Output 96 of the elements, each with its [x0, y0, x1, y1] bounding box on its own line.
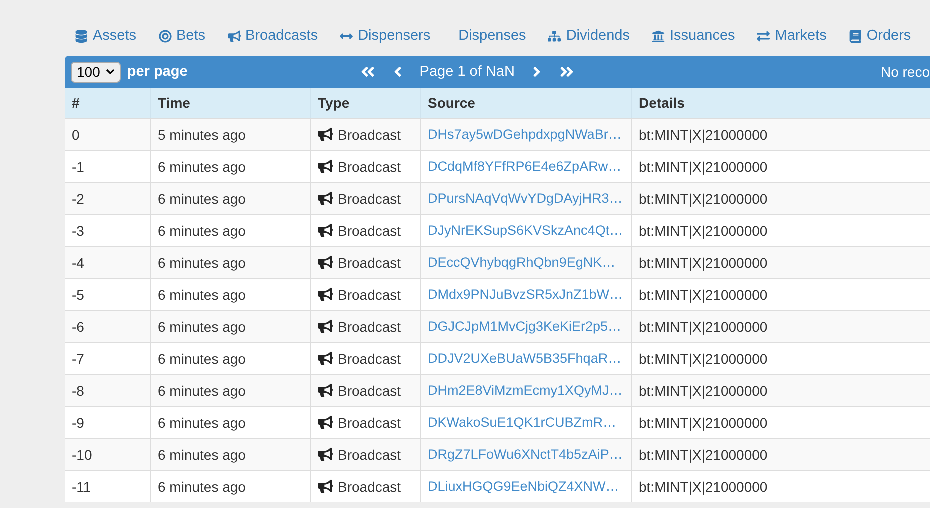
double-chevron-right-icon	[558, 64, 575, 80]
source-link[interactable]: DDJV2UXeBUaW5B35FhqaR…	[428, 351, 622, 366]
double-chevron-left-icon	[360, 64, 376, 80]
source-link[interactable]: DGJCJpM1MvCjg3KeKiEr2p5…	[428, 319, 622, 334]
megaphone-icon	[318, 415, 333, 430]
table-cell: 0	[65, 118, 150, 150]
source-link[interactable]: DPursNAqVqWvYDgDAyjHR3…	[428, 191, 623, 206]
table-cell: 6 minutes ago	[150, 438, 310, 470]
table-cell: bt:MINT|X|21000000	[631, 214, 930, 246]
table-cell: -4	[65, 246, 150, 278]
table-cell: -6	[65, 310, 150, 342]
records-count: No reco	[880, 64, 930, 80]
table-cell: bt:MINT|X|21000000	[631, 438, 930, 470]
source-link[interactable]: DJyNrEKSupS6KVSkzAnc4Qt…	[428, 223, 624, 238]
table-cell: 6 minutes ago	[150, 406, 310, 438]
megaphone-icon	[228, 30, 241, 42]
source-link[interactable]: DLiuxHGQG9EeNbiQZ4XNW…	[428, 479, 620, 494]
nav-link[interactable]: Orders	[848, 28, 912, 44]
per-page-select[interactable]: 100	[71, 62, 122, 82]
database-icon	[75, 30, 88, 42]
table-cell: bt:MINT|X|21000000	[631, 182, 930, 214]
nav-link[interactable]: Dividends	[548, 28, 630, 44]
book-icon	[848, 30, 862, 42]
type-label: Broadcast	[338, 414, 402, 430]
hierarchy-icon	[548, 30, 562, 42]
chevron-down-icon	[106, 69, 116, 75]
megaphone-icon	[318, 223, 333, 238]
table-cell: bt:MINT|X|21000000	[631, 150, 930, 182]
type-label: Broadcast	[338, 190, 402, 206]
nav-link[interactable]: Broadcasts	[228, 28, 318, 44]
column-header: Source	[420, 88, 631, 118]
type-label: Broadcast	[338, 158, 402, 174]
column-header: Details	[631, 88, 930, 118]
source-link[interactable]: DCdqMf8YFfRP6E4e6ZpARw…	[428, 159, 622, 174]
megaphone-icon	[318, 287, 333, 302]
megaphone-icon	[318, 351, 333, 366]
megaphone-icon	[318, 255, 333, 270]
target-icon	[158, 30, 172, 42]
megaphone-icon	[318, 447, 333, 462]
table-cell: 6 minutes ago	[150, 214, 310, 246]
nav-link[interactable]: Markets	[757, 28, 827, 44]
type-label: Broadcast	[338, 446, 402, 462]
table-cell: -2	[65, 182, 150, 214]
source-link[interactable]: DKWakoSuE1QK1rCUBZmR…	[428, 415, 617, 430]
source-link[interactable]: DMdx9PNJuBvzSR5xJnZ1bW…	[428, 287, 624, 302]
megaphone-icon	[318, 127, 333, 142]
swap-icon	[757, 30, 770, 42]
page-indicator: Page 1 of NaN	[420, 64, 515, 80]
megaphone-icon	[318, 159, 333, 174]
type-label: Broadcast	[338, 350, 402, 366]
table-cell: 6 minutes ago	[150, 278, 310, 310]
column-header: #	[65, 88, 150, 118]
source-link[interactable]: DHs7ay5wDGehpdxpgNWaBr…	[428, 127, 622, 142]
nav-link[interactable]: Assets	[75, 28, 137, 44]
last-page-button[interactable]	[558, 64, 575, 80]
table-cell: 6 minutes ago	[150, 470, 310, 502]
table-cell: bt:MINT|X|21000000	[631, 310, 930, 342]
column-header: Time	[150, 88, 310, 118]
megaphone-icon	[318, 191, 333, 206]
table-cell: 6 minutes ago	[150, 150, 310, 182]
source-link[interactable]: DEccQVhybqgRhQbn9EgNK…	[428, 255, 616, 270]
megaphone-icon	[318, 479, 333, 494]
column-header: Type	[310, 88, 420, 118]
per-page-label: per page	[127, 64, 188, 80]
table-cell: -8	[65, 374, 150, 406]
megaphone-icon	[318, 319, 333, 334]
table-cell: 6 minutes ago	[150, 246, 310, 278]
type-label: Broadcast	[338, 222, 402, 238]
type-label: Broadcast	[338, 382, 402, 398]
nav-link[interactable]: Bets	[158, 28, 206, 44]
type-label: Broadcast	[338, 126, 402, 142]
type-label: Broadcast	[338, 254, 402, 270]
table-cell: bt:MINT|X|21000000	[631, 374, 930, 406]
table-cell: bt:MINT|X|21000000	[631, 342, 930, 374]
first-page-button[interactable]	[360, 64, 376, 80]
table-cell: bt:MINT|X|21000000	[631, 278, 930, 310]
type-label: Broadcast	[338, 318, 402, 334]
megaphone-icon	[318, 383, 333, 398]
table-cell: 6 minutes ago	[150, 310, 310, 342]
table-cell: bt:MINT|X|21000000	[631, 246, 930, 278]
table-cell: bt:MINT|X|21000000	[631, 118, 930, 150]
table-cell: 6 minutes ago	[150, 342, 310, 374]
table-cell: 5 minutes ago	[150, 118, 310, 150]
table-cell: bt:MINT|X|21000000	[631, 470, 930, 502]
table-cell: -10	[65, 438, 150, 470]
nav-link[interactable]: Dispenses	[458, 28, 526, 44]
table-cell: 6 minutes ago	[150, 182, 310, 214]
table-cell: bt:MINT|X|21000000	[631, 406, 930, 438]
type-label: Broadcast	[338, 286, 402, 302]
nav-link[interactable]: Issuances	[652, 28, 736, 44]
type-label: Broadcast	[338, 478, 402, 494]
source-link[interactable]: DRgZ7LFoWu6XNctT4b5zAiP…	[428, 447, 623, 462]
source-link[interactable]: DHm2E8ViMzmEcmy1XQyMJ…	[428, 383, 623, 398]
bank-icon	[652, 30, 665, 42]
nav-link[interactable]: Dispensers	[340, 28, 431, 44]
table-cell: 6 minutes ago	[150, 374, 310, 406]
